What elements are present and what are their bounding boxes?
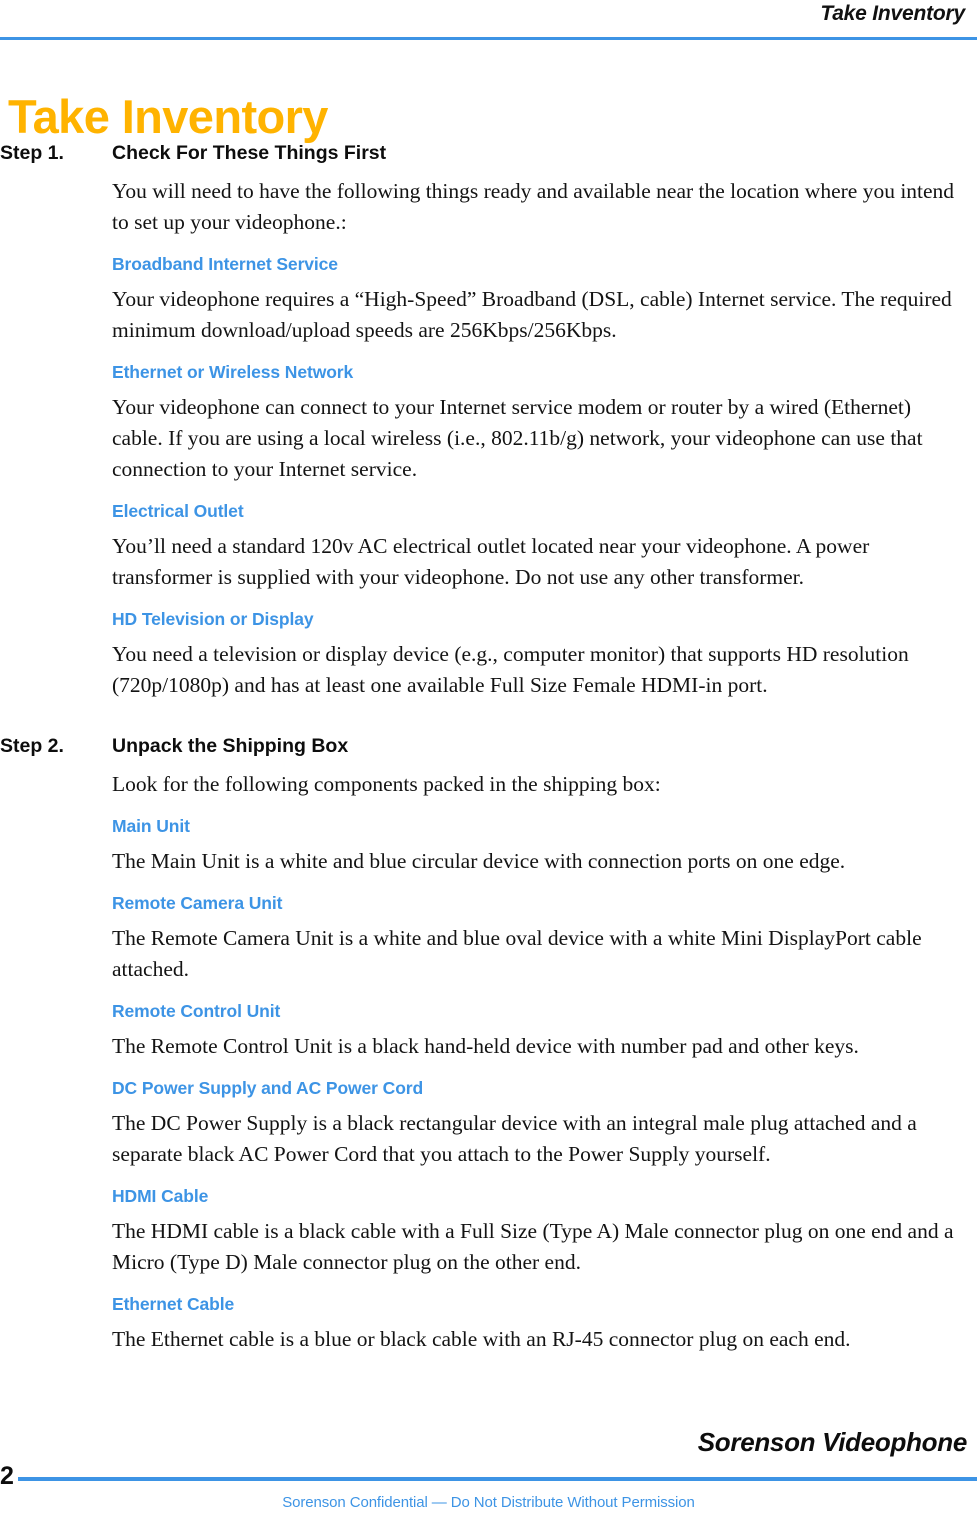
document-page: Take Inventory Take Inventory Step 1. Ch…: [0, 0, 977, 1514]
subsection-body-electrical-outlet: You’ll need a standard 120v AC electrica…: [112, 534, 870, 589]
subsection-heading-remote-camera-unit: Remote Camera Unit: [112, 893, 283, 913]
running-header-title: Take Inventory: [820, 2, 965, 25]
subsection-body-network: Your videophone can connect to your Inte…: [112, 395, 923, 481]
step-title-label: Check For These Things First: [112, 142, 387, 164]
page-title: Take Inventory: [8, 90, 328, 144]
subsection-body-broadband: Your videophone requires a “High-Speed” …: [112, 287, 952, 342]
step-block-1: Step 1. Check For These Things First You…: [0, 140, 977, 701]
subsection-heading-ethernet-cable: Ethernet Cable: [112, 1294, 235, 1314]
step-number-label: Step 1.: [0, 142, 64, 164]
subsection-body-hdmi-cable: The HDMI cable is a black cable with a F…: [112, 1219, 954, 1274]
subsection-heading-hd-television: HD Television or Display: [112, 609, 314, 629]
page-number: 2: [0, 1462, 14, 1490]
header-divider-rule: [0, 37, 977, 40]
footer-brand-label: Sorenson Videophone: [697, 1427, 968, 1457]
step-title-label: Unpack the Shipping Box: [112, 735, 349, 757]
step-content-1: You will need to have the following thin…: [112, 176, 965, 701]
subsection-heading-main-unit: Main Unit: [112, 816, 190, 836]
subsection-heading-dc-power-supply: DC Power Supply and AC Power Cord: [112, 1078, 424, 1098]
subsection-body-remote-control-unit: The Remote Control Unit is a black hand-…: [112, 1034, 859, 1058]
subsection-heading-hdmi-cable: HDMI Cable: [112, 1186, 209, 1206]
subsection-heading-broadband: Broadband Internet Service: [112, 254, 338, 274]
subsection-body-remote-camera-unit: The Remote Camera Unit is a white and bl…: [112, 926, 922, 981]
subsection-heading-electrical-outlet: Electrical Outlet: [112, 501, 244, 521]
step-content-2: Look for the following components packed…: [112, 769, 965, 1355]
footer-divider-rule: [18, 1477, 977, 1481]
subsection-body-dc-power-supply: The DC Power Supply is a black rectangul…: [112, 1111, 917, 1166]
step-intro-paragraph: You will need to have the following thin…: [112, 179, 955, 234]
step-block-2: Step 2. Unpack the Shipping Box Look for…: [0, 733, 977, 1355]
subsection-body-main-unit: The Main Unit is a white and blue circul…: [112, 849, 846, 873]
subsection-heading-remote-control-unit: Remote Control Unit: [112, 1001, 281, 1021]
subsection-body-ethernet-cable: The Ethernet cable is a blue or black ca…: [112, 1327, 851, 1351]
step-intro-paragraph: Look for the following components packed…: [112, 772, 661, 796]
step-spacer: [0, 715, 977, 733]
subsection-heading-network: Ethernet or Wireless Network: [112, 362, 354, 382]
footer-confidentiality-notice: Sorenson Confidential — Do Not Distribut…: [282, 1494, 695, 1511]
step-number-label: Step 2.: [0, 735, 64, 757]
subsection-body-hd-television: You need a television or display device …: [112, 642, 909, 697]
step-heading-1: Step 1. Check For These Things First: [0, 140, 977, 166]
step-heading-2: Step 2. Unpack the Shipping Box: [0, 733, 977, 759]
document-body: Step 1. Check For These Things First You…: [0, 140, 977, 1369]
